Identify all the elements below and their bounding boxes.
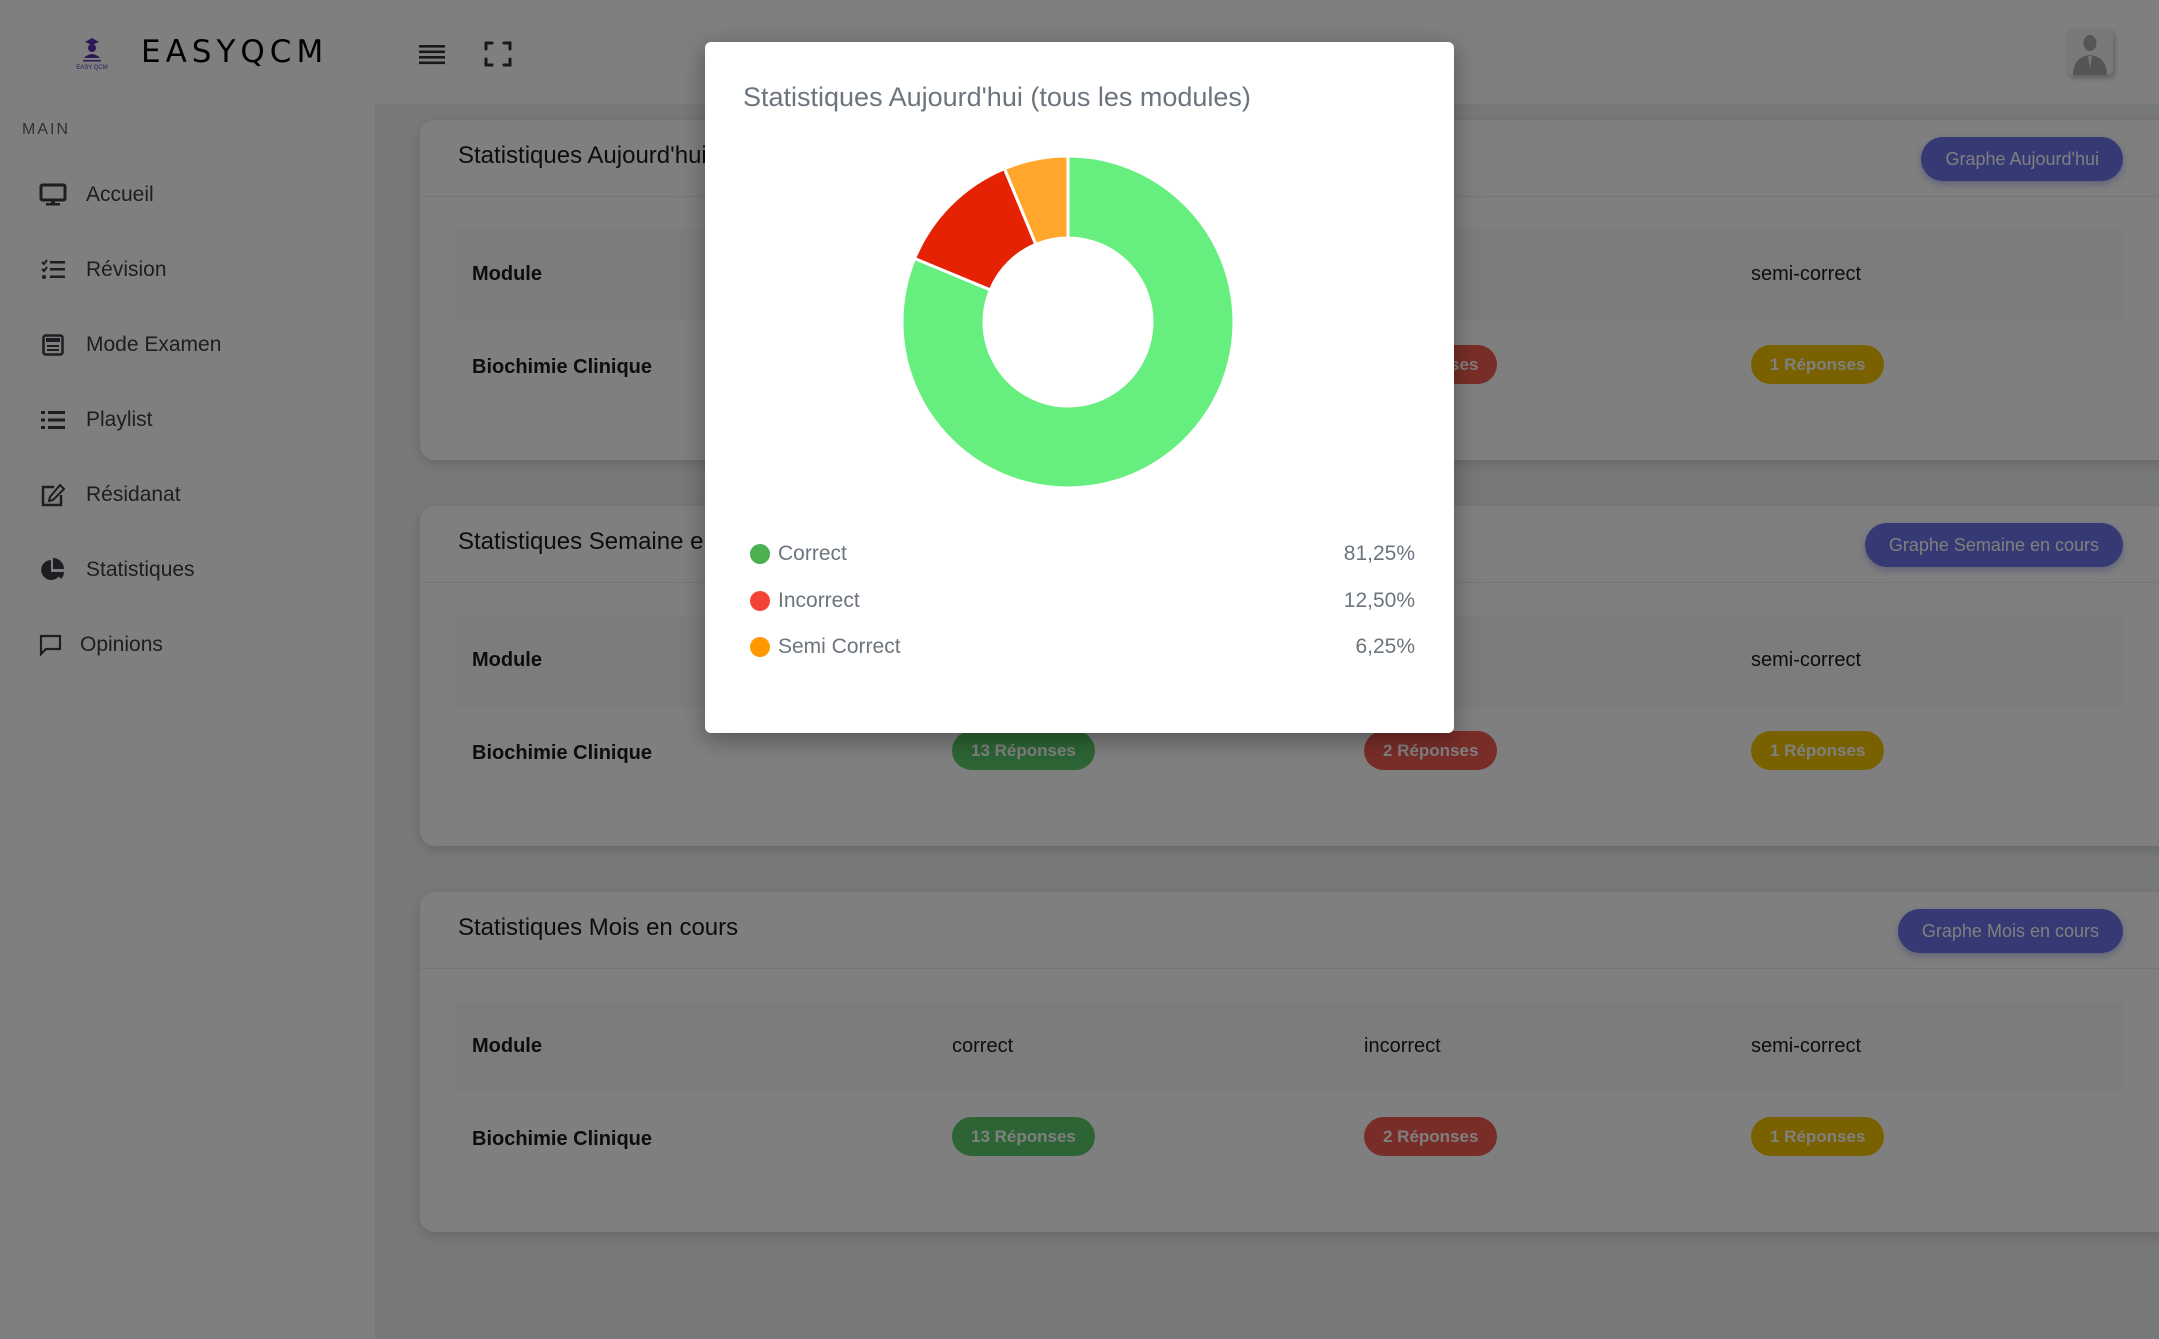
legend-value: 81,25% bbox=[1343, 542, 1415, 565]
modal-title: Statistiques Aujourd'hui (tous les modul… bbox=[743, 82, 1251, 112]
legend-label: Incorrect bbox=[778, 589, 860, 612]
legend-value: 12,50% bbox=[1343, 589, 1415, 612]
legend-dot-incorrect bbox=[750, 591, 770, 611]
legend-value: 6,25% bbox=[1355, 635, 1415, 658]
donut-chart bbox=[900, 154, 1236, 490]
legend-label: Correct bbox=[778, 542, 847, 565]
legend-dot-semi-correct bbox=[750, 637, 770, 657]
legend-item-incorrect[interactable]: Incorrect 12,50% bbox=[750, 586, 1415, 616]
legend-dot-correct bbox=[750, 544, 770, 564]
chart-modal: Statistiques Aujourd'hui (tous les modul… bbox=[705, 42, 1454, 733]
legend-item-semi-correct[interactable]: Semi Correct 6,25% bbox=[750, 632, 1415, 662]
legend-item-correct[interactable]: Correct 81,25% bbox=[750, 539, 1415, 569]
legend-label: Semi Correct bbox=[778, 635, 901, 658]
